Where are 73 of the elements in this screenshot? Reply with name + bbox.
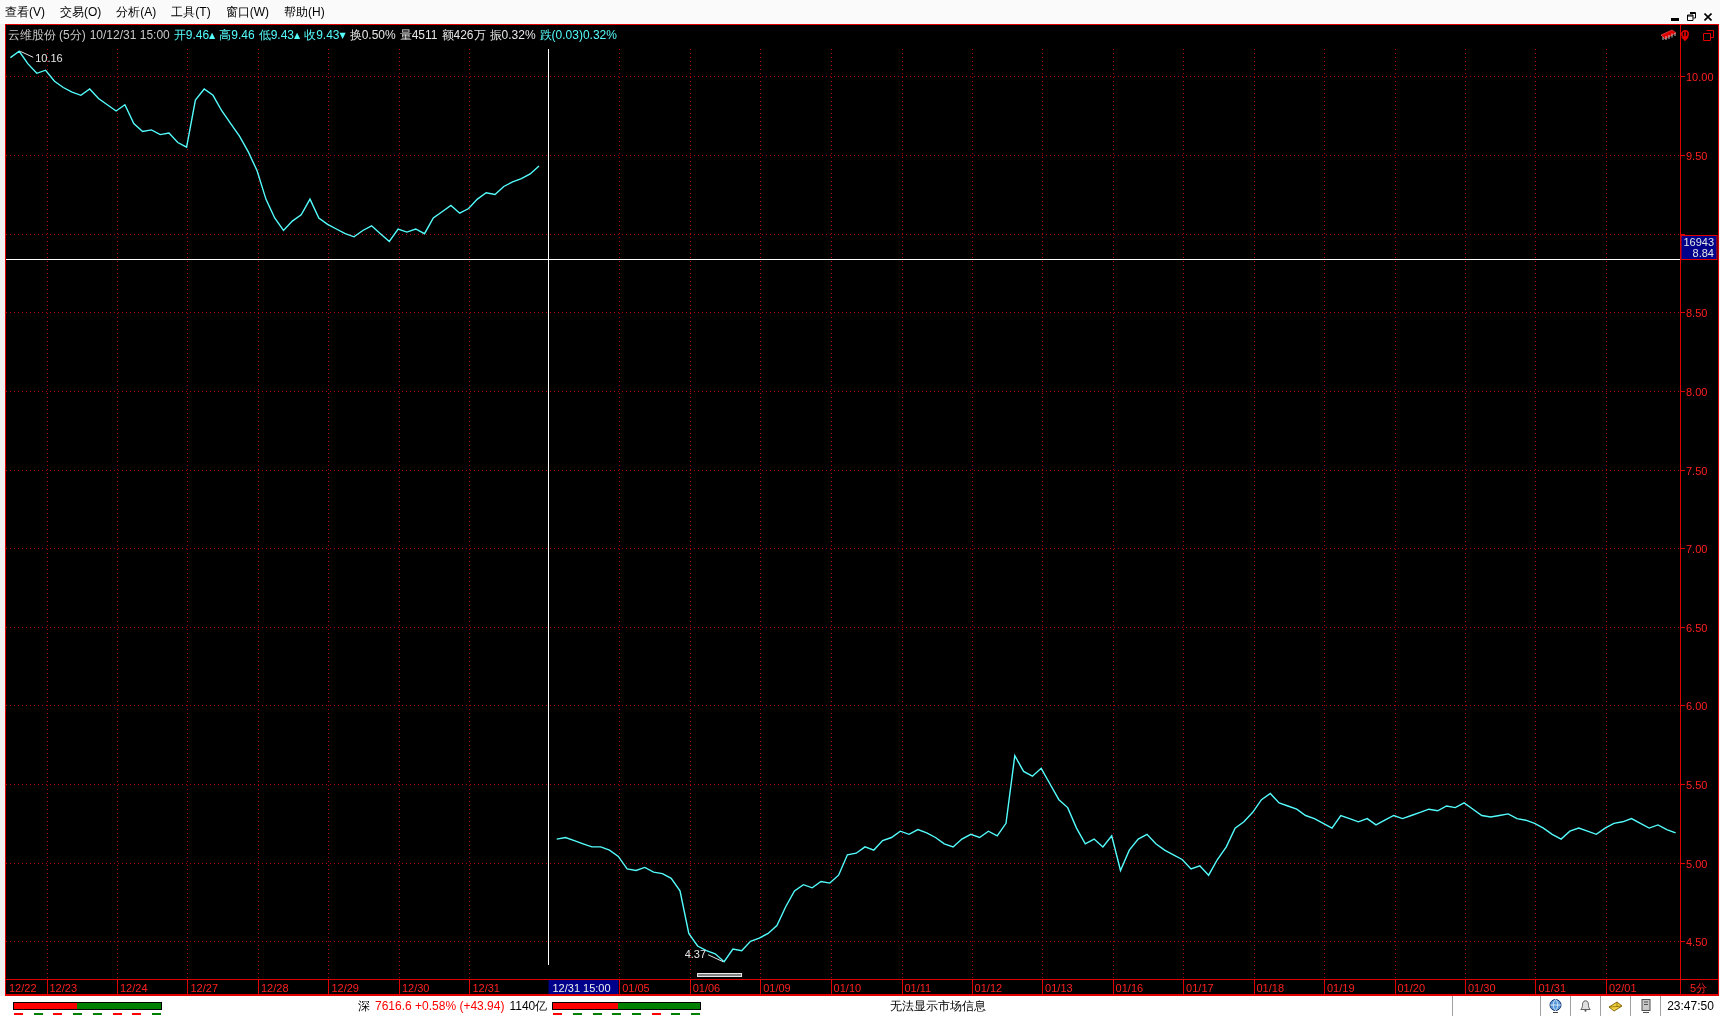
price-axis-label: 7.00 bbox=[1686, 542, 1708, 555]
date-axis-label: 12/22 bbox=[9, 981, 37, 994]
globe-icon[interactable] bbox=[1549, 999, 1562, 1013]
market-message: 无法显示市场信息 bbox=[890, 998, 987, 1015]
ref-line-label: 8.84 bbox=[1692, 246, 1714, 259]
price-axis-label: 8.00 bbox=[1686, 385, 1708, 398]
restore-icon[interactable] bbox=[1687, 11, 1696, 21]
date-axis-label: 01/05 bbox=[622, 981, 650, 994]
quote-field: 振0.32% bbox=[489, 27, 536, 43]
chip-icon[interactable] bbox=[1660, 29, 1677, 41]
date-axis-label: 01/19 bbox=[1327, 981, 1355, 994]
annotation: 4.37 bbox=[684, 947, 707, 960]
date-axis-label: 01/17 bbox=[1186, 981, 1214, 994]
quote-field: 高9.46 bbox=[219, 27, 255, 43]
clock: 23:47:50 bbox=[1660, 996, 1720, 1016]
price-axis-label: 6.00 bbox=[1686, 699, 1708, 712]
date-axis-label: 12/29 bbox=[331, 981, 359, 994]
date-axis-label: 01/06 bbox=[692, 981, 721, 994]
market-name: 深 bbox=[358, 998, 370, 1015]
date-axis-label: 12/30 bbox=[401, 981, 430, 994]
price-axis-label: 10.00 bbox=[1686, 70, 1714, 83]
price-axis-label: 7.50 bbox=[1686, 464, 1708, 477]
quote-field: 跌(0.03)0.32% bbox=[539, 27, 617, 43]
range-marker bbox=[697, 973, 743, 977]
price-axis-label: 5.00 bbox=[1686, 857, 1708, 870]
price-axis-label: 9.50 bbox=[1686, 149, 1708, 162]
price-note: 4.37 bbox=[684, 947, 724, 963]
turnover: 1140亿 bbox=[509, 998, 548, 1015]
date-axis-label: 01/30 bbox=[1468, 981, 1496, 994]
quote-field: 换0.50% bbox=[349, 27, 396, 43]
envelope-icon[interactable] bbox=[1608, 1000, 1623, 1012]
price-axis-label: 5.50 bbox=[1686, 778, 1708, 791]
download-arrow-icon[interactable] bbox=[1680, 29, 1690, 41]
menu-item[interactable]: 交易(O) bbox=[55, 2, 107, 22]
date-axis-label: 02/01 bbox=[1609, 981, 1637, 994]
close-icon[interactable] bbox=[1704, 12, 1712, 21]
price-axis-label: 8.50 bbox=[1686, 306, 1708, 319]
period-label: 5分 bbox=[1690, 981, 1708, 994]
date-axis-label: 01/09 bbox=[763, 981, 791, 994]
date-axis-label: 12/28 bbox=[261, 981, 289, 994]
annotation: 10.16 bbox=[35, 52, 63, 65]
date-axis-label: 01/16 bbox=[1115, 981, 1144, 994]
quote-time: 10/12/31 15:00 bbox=[89, 27, 170, 43]
crosshair-value-tag: 16943 8.84 bbox=[1680, 235, 1718, 260]
price-axis-label: 6.50 bbox=[1686, 621, 1708, 634]
stock-name: 云维股份 bbox=[8, 27, 56, 43]
date-axis-label: 01/20 bbox=[1397, 981, 1426, 994]
menu-item[interactable]: 查看(V) bbox=[0, 2, 50, 22]
computer-tower-icon[interactable] bbox=[1640, 999, 1651, 1013]
date-axis-label: 12/27 bbox=[190, 981, 219, 994]
quote-field: 低9.43▲ bbox=[258, 26, 301, 44]
date-axis-label: 01/18 bbox=[1256, 981, 1285, 994]
date-axis-label: 01/11 bbox=[904, 981, 932, 994]
date-axis-label: 01/10 bbox=[833, 981, 862, 994]
menu-item[interactable]: 分析(A) bbox=[111, 2, 162, 22]
date-axis-label: 01/12 bbox=[974, 981, 1003, 994]
quote-field: 开9.46▲ bbox=[173, 26, 216, 44]
date-axis-label: 12/24 bbox=[120, 981, 148, 994]
bell-icon[interactable] bbox=[1580, 1000, 1591, 1012]
menu-item[interactable]: 窗口(W) bbox=[220, 2, 274, 22]
quote-field: 额426万 bbox=[441, 27, 486, 43]
crosshair-date-tag: 12/31 15:00 bbox=[548, 980, 619, 994]
menu-item[interactable]: 帮助(H) bbox=[279, 2, 330, 22]
date-axis-label: 01/13 bbox=[1045, 981, 1073, 994]
price-axis-label: 4.50 bbox=[1686, 935, 1708, 948]
date-axis-label: 12/23 bbox=[49, 981, 78, 994]
date-axis-label: 12/31 bbox=[472, 981, 500, 994]
chart-period: (5分) bbox=[59, 27, 86, 43]
index-quote: 7616.6 +0.58% (+43.94) bbox=[375, 998, 505, 1015]
quote-field: 量4511 bbox=[399, 27, 438, 43]
quote-field: 收9.43▼ bbox=[304, 26, 346, 44]
date-axis-label: 01/31 bbox=[1538, 981, 1567, 994]
menu-item[interactable]: 工具(T) bbox=[166, 2, 216, 22]
